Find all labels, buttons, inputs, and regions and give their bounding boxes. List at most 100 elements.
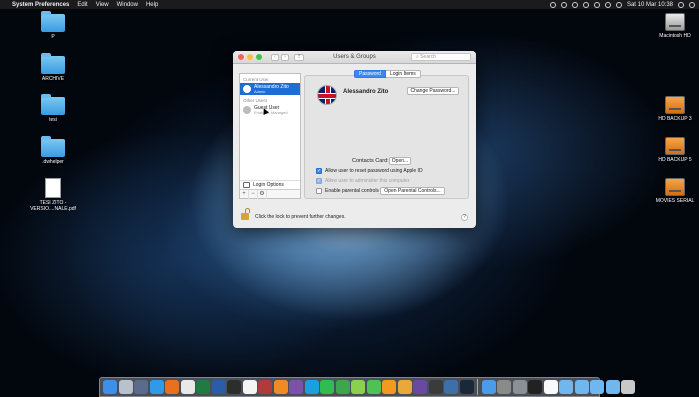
checkbox-checked-icon[interactable]: ✓	[316, 168, 322, 174]
document-icon[interactable]	[543, 380, 558, 394]
user-row-alessandro-zito[interactable]: Alessandro Zito Admin	[240, 83, 300, 95]
close-button[interactable]	[238, 54, 244, 60]
desktop-folder-archive[interactable]: ARCHIVE	[31, 53, 75, 82]
open-parental-controls-button[interactable]: Open Parental Controls...	[380, 187, 445, 195]
dropbox-icon[interactable]	[571, 1, 578, 8]
lock-text: Click the lock to prevent further change…	[255, 214, 346, 220]
desktop-folder-dwhelper[interactable]: .dwhelper	[31, 136, 75, 165]
remove-user-button[interactable]: −	[249, 189, 258, 199]
user-role: Enabled, Managed	[254, 109, 288, 115]
add-user-button[interactable]: +	[240, 189, 249, 199]
photo-booth-icon[interactable]	[258, 380, 272, 394]
option-parental-controls[interactable]: Enable parental controls	[316, 188, 379, 194]
menu-app-name[interactable]: System Preferences	[12, 2, 69, 8]
external-drive-icon	[665, 96, 685, 114]
spotlight-icon[interactable]	[678, 1, 684, 8]
gear-icon[interactable]: ⚙	[258, 189, 267, 199]
firefox-icon[interactable]	[165, 380, 179, 394]
lock-icon[interactable]	[241, 208, 250, 220]
excel-icon[interactable]	[196, 380, 210, 394]
image-capture-icon[interactable]	[497, 380, 511, 394]
contacts-open-button[interactable]: Open...	[389, 157, 411, 165]
word-icon[interactable]	[211, 380, 226, 394]
volume-icon[interactable]	[604, 1, 611, 8]
zoom-button[interactable]	[256, 54, 262, 60]
external-drive-icon	[665, 178, 685, 196]
tab-login-items[interactable]: Login Items	[385, 70, 421, 78]
time-machine-icon[interactable]	[560, 1, 567, 8]
desktop-folder-icon[interactable]	[605, 380, 620, 394]
tab-bar: Password Login Items	[354, 70, 421, 78]
documents-folder-icon[interactable]	[574, 380, 589, 394]
desktop-folder-tesi[interactable]: tesi	[31, 94, 75, 123]
quicktime-icon[interactable]	[444, 380, 458, 394]
search-placeholder: Search	[420, 54, 437, 60]
safari-icon[interactable]	[149, 380, 164, 394]
forward-button[interactable]: ›	[281, 53, 289, 61]
wifi-icon[interactable]	[593, 1, 600, 8]
battery-icon[interactable]	[615, 1, 622, 8]
terminal-icon[interactable]	[528, 380, 542, 394]
music-icon[interactable]	[351, 380, 365, 394]
option-reset-password-apple-id[interactable]: ✓ Allow user to reset password using App…	[316, 168, 423, 174]
guest-avatar	[243, 106, 251, 114]
desktop-drive-movies-serial[interactable]: MOVIES SERIAL	[653, 178, 697, 204]
back-button[interactable]: ‹	[271, 53, 279, 61]
finder-icon[interactable]	[103, 380, 117, 394]
downloads-folder-icon[interactable]	[559, 380, 573, 394]
trash-icon[interactable]	[621, 380, 635, 394]
menu-clock[interactable]: Sat 10 Mar 10:38	[627, 2, 673, 8]
contacts-card-label: Contacts Card:	[352, 158, 389, 164]
desktop-drive-backup-3[interactable]: HD BACKUP 3	[653, 96, 697, 122]
chrome-icon[interactable]	[180, 380, 195, 394]
menu-edit[interactable]: Edit	[77, 2, 87, 8]
folder-icon	[41, 11, 65, 32]
lock-bar: Click the lock to prevent further change…	[233, 203, 476, 228]
steam-icon[interactable]	[459, 380, 474, 394]
status-area: Sat 10 Mar 10:38	[549, 0, 695, 9]
pdf-icon	[45, 178, 61, 198]
user-row-guest-user[interactable]: Guest User Enabled, Managed	[240, 104, 300, 116]
facetime-icon[interactable]	[335, 380, 350, 394]
help-button[interactable]: ?	[461, 214, 468, 221]
calendar-icon[interactable]	[242, 380, 257, 394]
skype-icon[interactable]	[304, 380, 319, 394]
desktop-drive-backup-5[interactable]: HD BACKUP 5	[653, 137, 697, 163]
mission-control-icon[interactable]	[134, 380, 148, 394]
notification-center-icon[interactable]	[689, 1, 695, 8]
user-picture-flag[interactable]	[317, 85, 337, 105]
menu-bar: System Preferences Edit View Window Help…	[0, 0, 699, 9]
applications-folder-icon[interactable]	[590, 380, 604, 394]
final-cut-icon[interactable]	[428, 380, 443, 394]
menu-help[interactable]: Help	[146, 2, 158, 8]
menu-view[interactable]: View	[96, 2, 109, 8]
sidebar-toolbar: + − ⚙	[240, 189, 300, 199]
vlc-icon[interactable]	[273, 380, 288, 394]
textwrangler-icon[interactable]	[289, 380, 303, 394]
desktop-folder-p[interactable]: P	[31, 11, 75, 40]
folder-icon	[41, 53, 65, 74]
launchpad-icon[interactable]	[118, 380, 133, 394]
checkbox-unchecked-icon[interactable]	[316, 188, 322, 194]
preview-icon[interactable]	[481, 380, 496, 394]
messages-icon[interactable]	[366, 380, 381, 394]
pages-icon[interactable]	[397, 380, 412, 394]
change-password-button[interactable]: Change Password...	[407, 87, 459, 95]
activity-monitor-icon[interactable]	[227, 380, 241, 394]
desktop-drive-macintosh-hd[interactable]: Macintosh HD	[653, 13, 697, 39]
title-bar[interactable]: ‹ › ⠿ Users & Groups ⌕ Search	[233, 51, 476, 64]
system-preferences-icon[interactable]	[512, 380, 527, 394]
status-circle-icon[interactable]	[549, 1, 556, 8]
imovie-icon[interactable]	[413, 380, 427, 394]
bluetooth-icon[interactable]	[582, 1, 589, 8]
search-field[interactable]: ⌕ Search	[411, 53, 471, 61]
menu-window[interactable]: Window	[117, 2, 138, 8]
whatsapp-icon[interactable]	[320, 380, 334, 394]
minimize-button[interactable]	[247, 54, 253, 60]
desktop-file-pdf[interactable]: TESI ZITO - VERSIO....NALE.pdf	[28, 178, 78, 212]
login-options-item[interactable]: Login Options	[240, 180, 300, 189]
show-all-grid-icon[interactable]: ⠿	[294, 53, 304, 61]
tab-password[interactable]: Password	[354, 70, 386, 78]
ibooks-icon[interactable]	[382, 380, 396, 394]
user-list-sidebar: Current User Alessandro Zito Admin Other…	[239, 73, 301, 199]
